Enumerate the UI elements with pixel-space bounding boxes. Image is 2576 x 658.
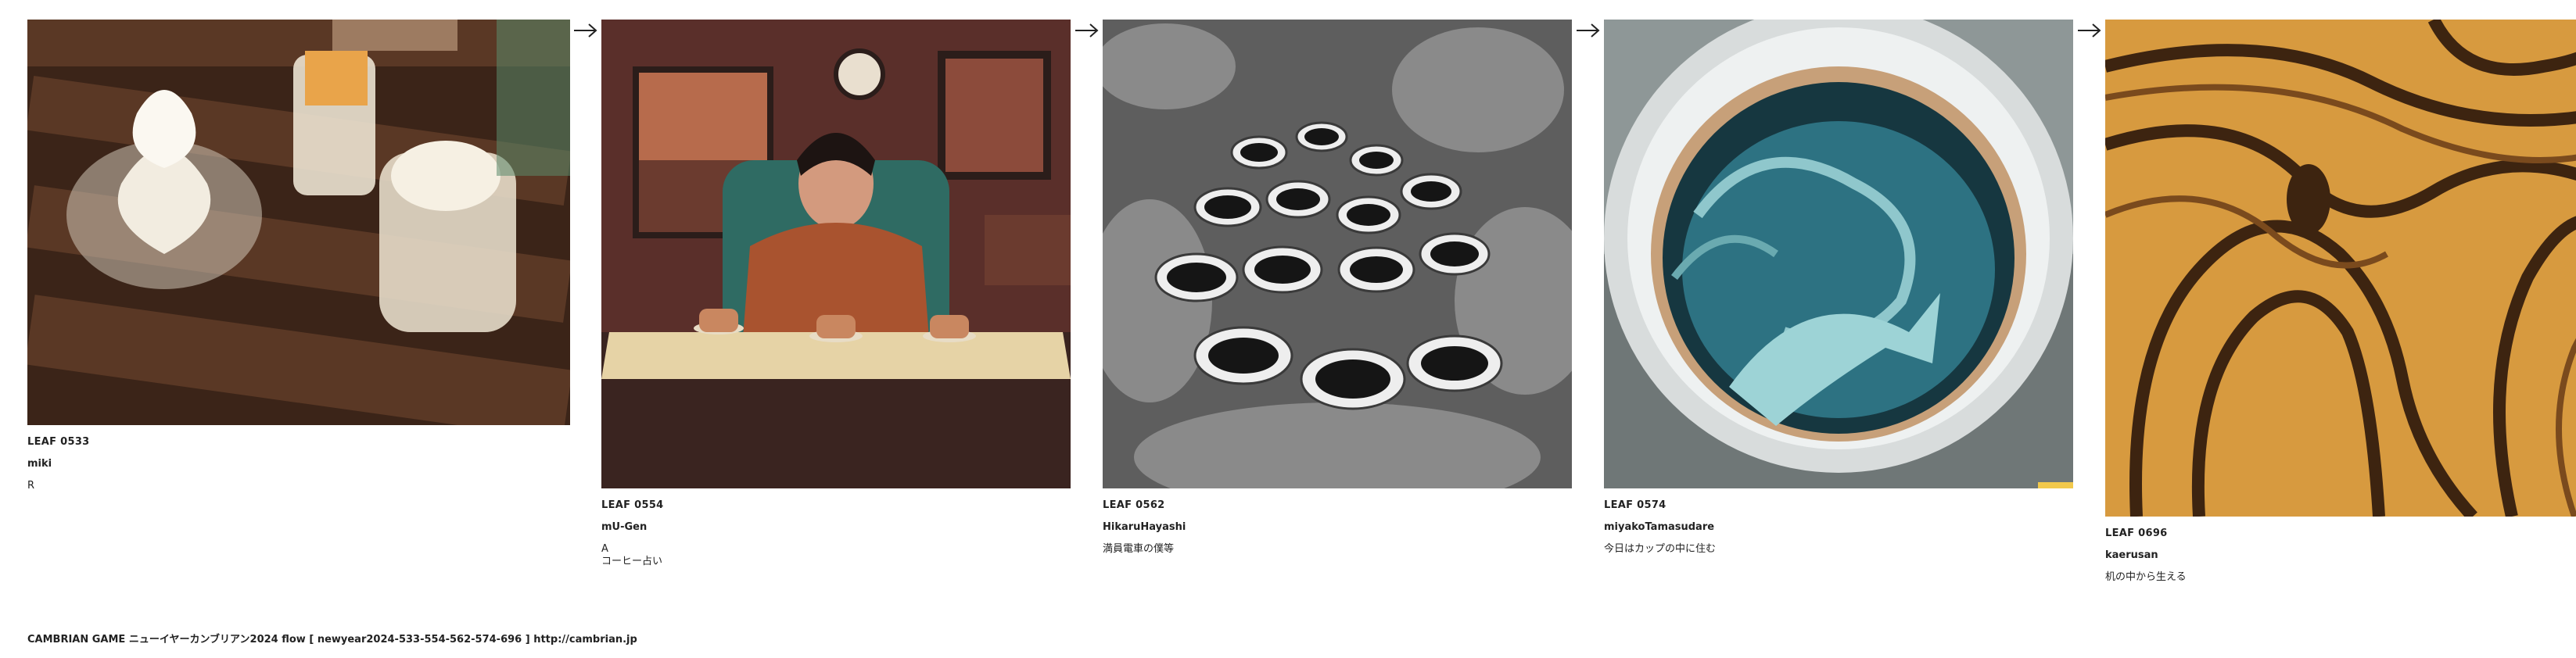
arrow-right-icon: [1577, 23, 1600, 38]
artwork-image[interactable]: [1103, 20, 1572, 488]
arrow-right-icon: [1075, 23, 1099, 38]
artwork-title: R: [27, 480, 35, 492]
leaf-number: LEAF 0696: [2105, 527, 2168, 539]
leaf-number: LEAF 0533: [27, 436, 90, 448]
artwork-title: 今日はカップの中に住む: [1604, 543, 1717, 555]
leaf-number: LEAF 0562: [1103, 499, 1165, 511]
author-name: kaerusan: [2105, 549, 2158, 561]
artwork-title: A コーヒー占い: [601, 543, 663, 567]
artwork-title: 机の中から生える: [2105, 571, 2187, 583]
author-name: HikaruHayashi: [1103, 521, 1186, 533]
card-leaf-0554[interactable]: LEAF 0554 mU-Gen A コーヒー占い: [601, 20, 1071, 568]
author-name: miki: [27, 458, 52, 470]
artwork-title: 満員電車の僕等: [1103, 543, 1175, 555]
arrow-right-icon: [574, 23, 597, 38]
artwork-image[interactable]: [2105, 20, 2576, 517]
flow-footer: CAMBRIAN GAME ニューイヤーカンブリアン2024 flow [ ne…: [27, 634, 637, 645]
author-name: miyakoTamasudare: [1604, 521, 1715, 533]
artwork-image[interactable]: [601, 20, 1071, 488]
card-leaf-0574[interactable]: LEAF 0574 miyakoTamasudare 今日はカップの中に住む: [1604, 20, 2073, 556]
leaf-number: LEAF 0574: [1604, 499, 1667, 511]
artwork-image[interactable]: [1604, 20, 2073, 488]
card-leaf-0533[interactable]: LEAF 0533 miki R: [27, 20, 570, 492]
leaf-number: LEAF 0554: [601, 499, 664, 511]
arrow-right-icon: [2078, 23, 2101, 38]
artwork-image[interactable]: [27, 20, 570, 425]
card-leaf-0562[interactable]: LEAF 0562 HikaruHayashi 満員電車の僕等: [1103, 20, 1572, 556]
author-name: mU-Gen: [601, 521, 648, 533]
card-leaf-0696[interactable]: LEAF 0696 kaerusan 机の中から生える: [2105, 20, 2576, 584]
